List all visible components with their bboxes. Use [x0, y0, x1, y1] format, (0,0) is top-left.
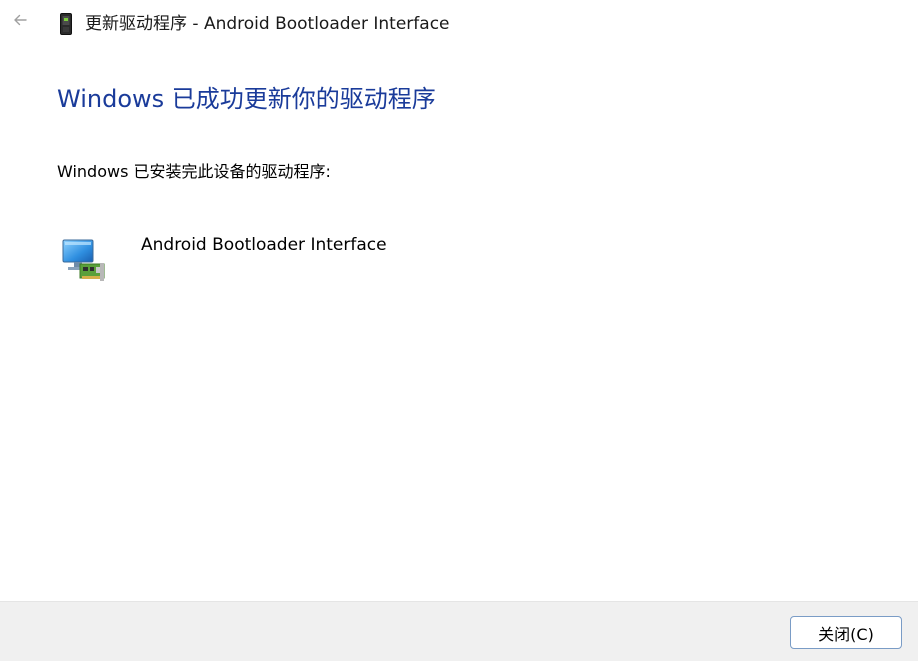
footer-bar: 关闭(C)	[0, 601, 918, 661]
network-adapter-icon	[60, 236, 106, 282]
close-button[interactable]: 关闭(C)	[790, 616, 902, 649]
installed-info-text: Windows 已安装完此设备的驱动程序:	[57, 162, 331, 181]
back-button[interactable]	[8, 10, 32, 34]
back-arrow-icon	[12, 12, 28, 32]
device-name: Android Bootloader Interface	[141, 235, 387, 255]
driver-update-dialog: 更新驱动程序 - Android Bootloader Interface Wi…	[0, 0, 918, 661]
title-bar: 更新驱动程序 - Android Bootloader Interface	[0, 0, 918, 48]
window-title: 更新驱动程序 - Android Bootloader Interface	[85, 14, 450, 34]
android-device-icon	[59, 13, 73, 35]
success-heading: Windows 已成功更新你的驱动程序	[57, 85, 436, 113]
